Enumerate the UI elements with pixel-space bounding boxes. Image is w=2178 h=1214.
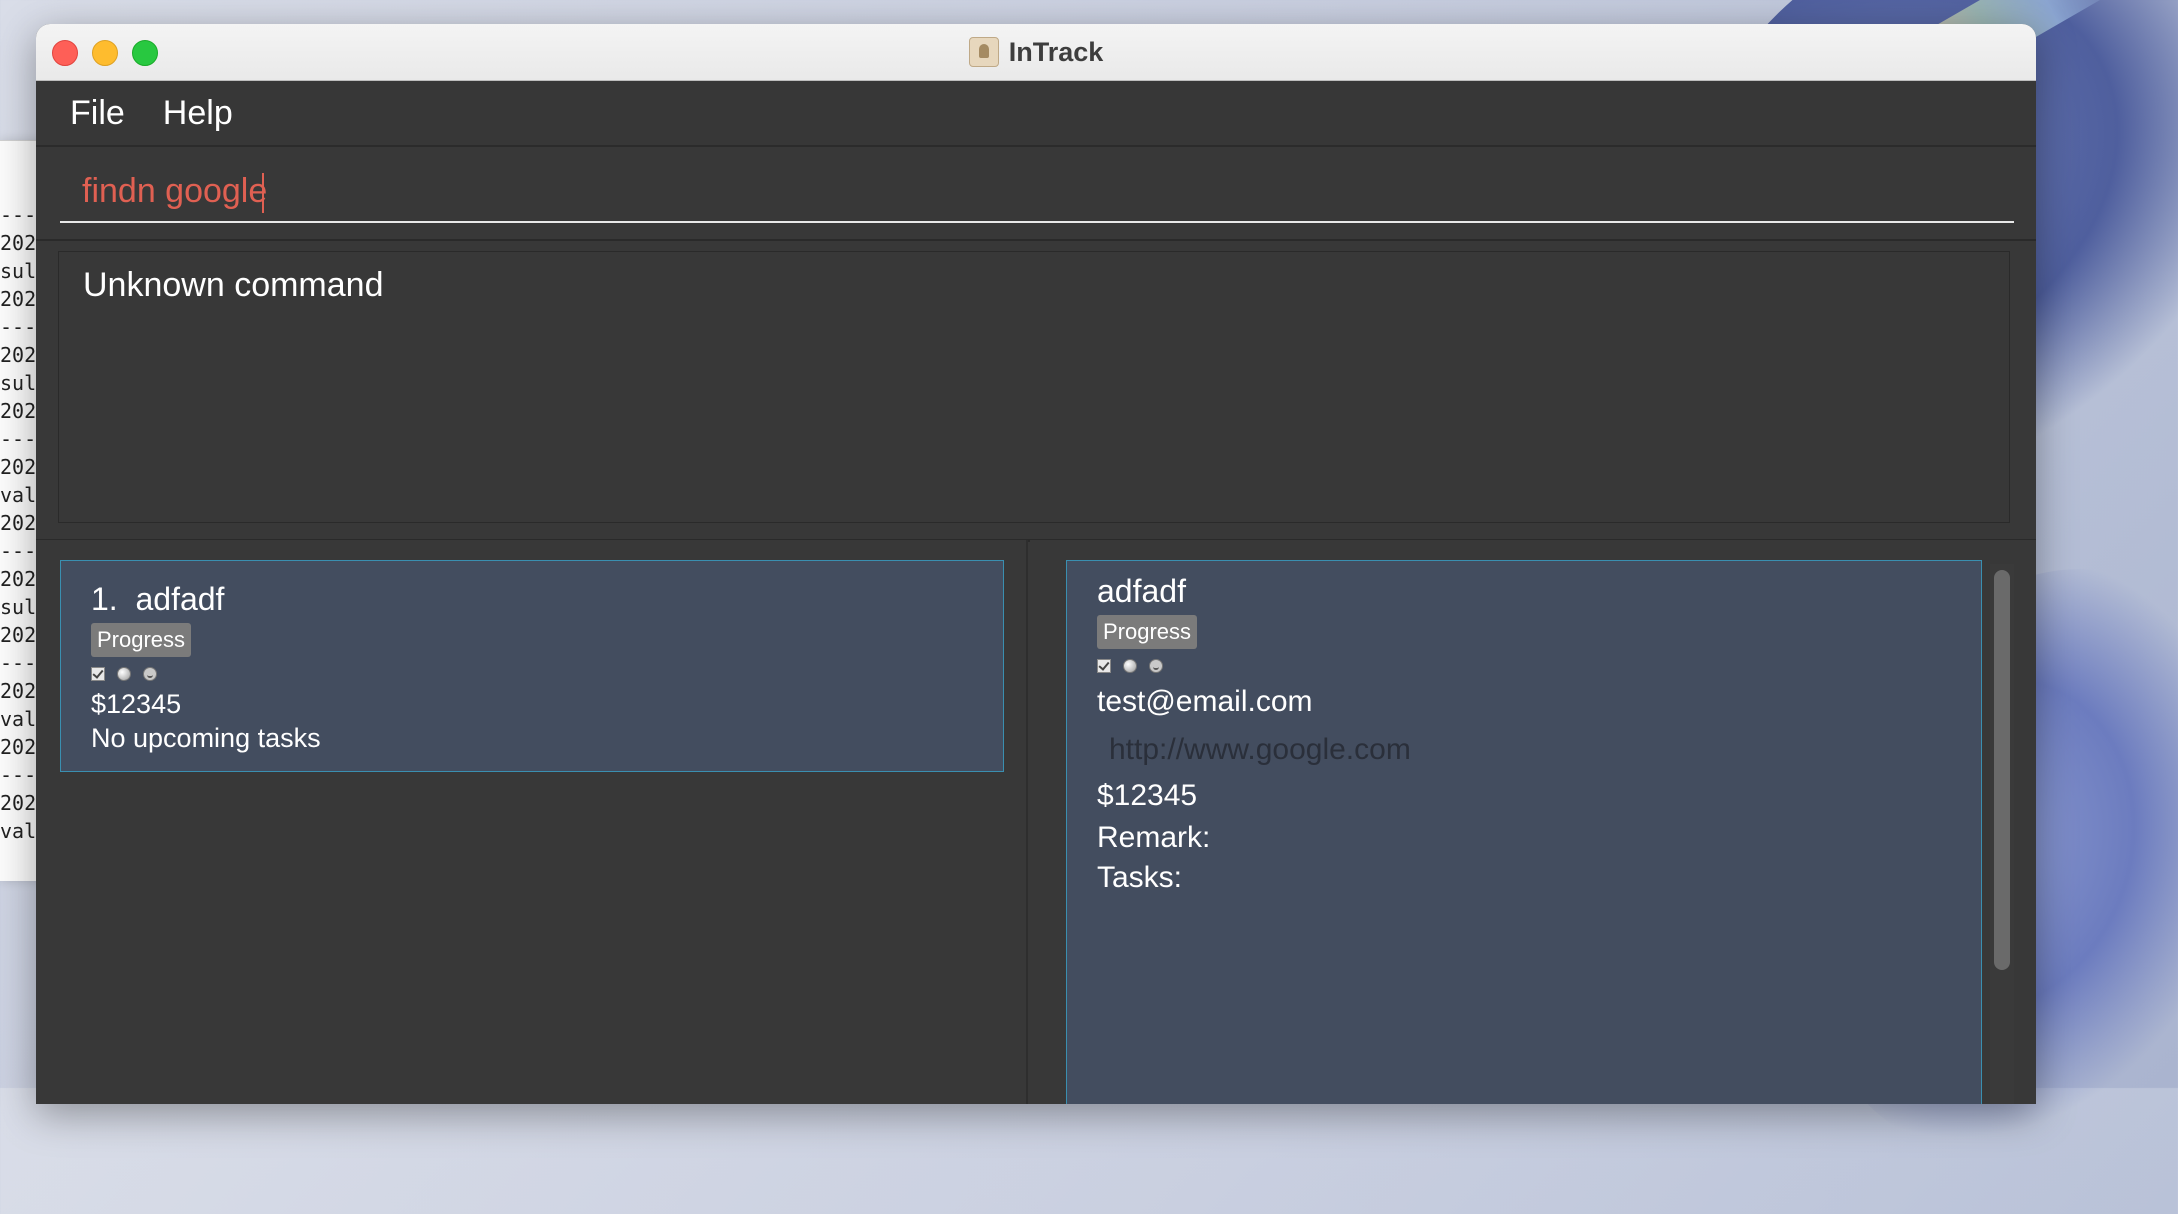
detail-salary: $12345: [1097, 779, 1198, 812]
terminal-line: ---: [0, 539, 37, 563]
terminal-line: ---: [0, 427, 37, 451]
card-icons: [91, 667, 157, 681]
app-window: InTrack File Help Unknown command 1. adf…: [36, 24, 2036, 1104]
smiley-icon: [1149, 659, 1163, 673]
terminal-line: sul: [0, 259, 37, 283]
person-detail-pane[interactable]: adfadf Progress test@email.com http://ww…: [1030, 540, 2036, 1104]
terminal-line: 202: [0, 511, 37, 535]
result-message: Unknown command: [83, 266, 384, 304]
terminal-line: 202: [0, 231, 37, 255]
detail-status-tag: Progress: [1097, 615, 1198, 649]
title-bar: InTrack: [36, 24, 2036, 81]
checkbox-icon: [1097, 659, 1111, 673]
circle-icon: [117, 667, 131, 681]
card-index-name: 1. adfadf: [91, 581, 224, 618]
terminal-line: 202: [0, 343, 37, 367]
content-panes: 1. adfadf Progress $12345 No upcoming ta…: [36, 540, 2036, 1104]
terminal-line: 202: [0, 399, 37, 423]
terminal-line: val: [0, 819, 37, 843]
card-index: 1.: [91, 581, 118, 617]
card-name: adfadf: [135, 581, 225, 617]
circle-icon: [1123, 659, 1137, 673]
menu-help[interactable]: Help: [163, 94, 233, 133]
result-area: Unknown command: [36, 241, 2036, 542]
terminal-lines: --- 202 sul 202 --- 202 sul 202 --- 202 val 202 --- 2…: [0, 201, 36, 845]
terminal-line: 202: [0, 455, 37, 479]
menu-file[interactable]: File: [70, 94, 125, 133]
terminal-line: val: [0, 483, 37, 507]
detail-tasks-label: Tasks:: [1097, 861, 1183, 894]
terminal-line: ---: [0, 315, 37, 339]
detail-name: adfadf: [1097, 573, 1186, 609]
card-salary: $12345: [91, 689, 182, 719]
list-card[interactable]: 1. adfadf Progress $12345 No upcoming ta…: [60, 560, 1004, 772]
terminal-line: ---: [0, 651, 37, 675]
detail-remark-label: Remark:: [1097, 821, 1211, 854]
scrollbar-thumb[interactable]: [1994, 570, 2010, 970]
command-input[interactable]: [60, 161, 2014, 223]
result-display[interactable]: Unknown command: [58, 251, 2010, 523]
terminal-line: 202: [0, 735, 37, 759]
status-tag: Progress: [91, 623, 192, 657]
terminal-line: val: [0, 707, 37, 731]
detail-website-link[interactable]: http://www.google.com: [1109, 733, 1411, 767]
person-list-pane[interactable]: 1. adfadf Progress $12345 No upcoming ta…: [36, 540, 1028, 1104]
terminal-line: ---: [0, 763, 37, 787]
app-icon: [968, 37, 999, 67]
title-wrap: InTrack: [36, 24, 2036, 80]
window-title: InTrack: [1008, 36, 1104, 67]
terminal-line: 202: [0, 791, 37, 815]
text-caret: [262, 173, 264, 213]
terminal-line: ---: [0, 203, 37, 227]
detail-email: test@email.com: [1097, 685, 1313, 718]
terminal-line: sul: [0, 371, 37, 395]
menu-bar: File Help: [36, 81, 2036, 147]
terminal-line: 202: [0, 623, 37, 647]
terminal-line: sul: [0, 595, 37, 619]
checkbox-icon: [91, 667, 105, 681]
card-tasks-summary: No upcoming tasks: [91, 723, 321, 753]
detail-card: adfadf Progress test@email.com http://ww…: [1066, 560, 1982, 1104]
terminal-line: 202: [0, 567, 37, 591]
command-area: [36, 147, 2036, 241]
terminal-line: 202: [0, 287, 37, 311]
smiley-icon: [143, 667, 157, 681]
terminal-line: 202: [0, 679, 37, 703]
detail-icons: [1097, 659, 1163, 673]
